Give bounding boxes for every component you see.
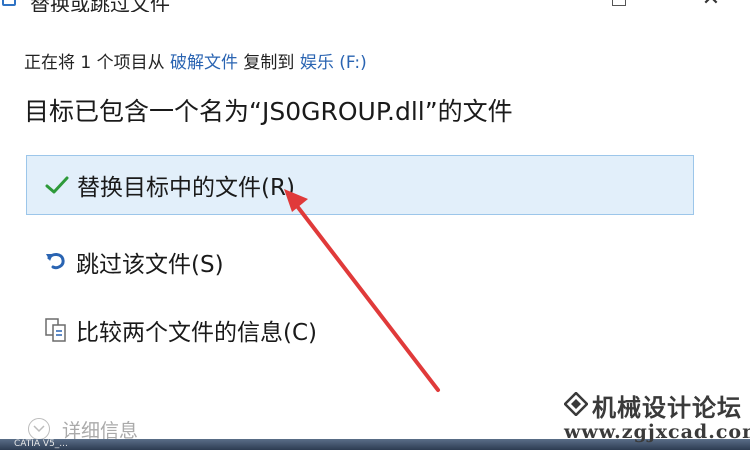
checkmark-icon [37,175,77,195]
destination-drive-link[interactable]: 娱乐 (F:) [300,53,367,73]
copy-prefix: 正在将 1 个项目从 [24,53,171,73]
watermark-url: www.zgjxcad.com [564,421,750,443]
skip-option-label: 跳过该文件(S) [76,252,224,278]
taskbar-app-label[interactable]: CATIA V5_... [14,439,68,450]
copy-description: 正在将 1 个项目从 破解文件 复制到 娱乐 (F:) [24,48,367,73]
replace-option[interactable]: 替换目标中的文件(R) [26,155,694,215]
compare-files-icon [36,317,76,343]
watermark-name: 机械设计论坛 [592,393,742,422]
window-title: 替换或跳过文件 [30,0,170,12]
source-folder-link[interactable]: 破解文件 [170,53,238,73]
copy-dialog-icon [2,0,16,6]
compare-option-label: 比较两个文件的信息(C) [76,320,318,346]
diamond-logo-icon [563,391,589,420]
chevron-down-icon [28,418,50,440]
maximize-button[interactable] [612,0,626,6]
compare-option[interactable]: 比较两个文件的信息(C) [26,300,694,360]
site-watermark: 机械设计论坛 www.zgjxcad.com [558,388,750,448]
replace-option-label: 替换目标中的文件(R) [77,175,295,201]
close-button[interactable]: ✕ [696,0,726,10]
copy-middle: 复制到 [238,53,300,73]
title-bar: 替换或跳过文件 ✕ [0,0,750,12]
skip-option[interactable]: 跳过该文件(S) [26,232,694,292]
conflict-message: 目标已包含一个名为“JS0GROUP.dll”的文件 [24,97,513,126]
skip-arrow-icon [36,251,76,273]
